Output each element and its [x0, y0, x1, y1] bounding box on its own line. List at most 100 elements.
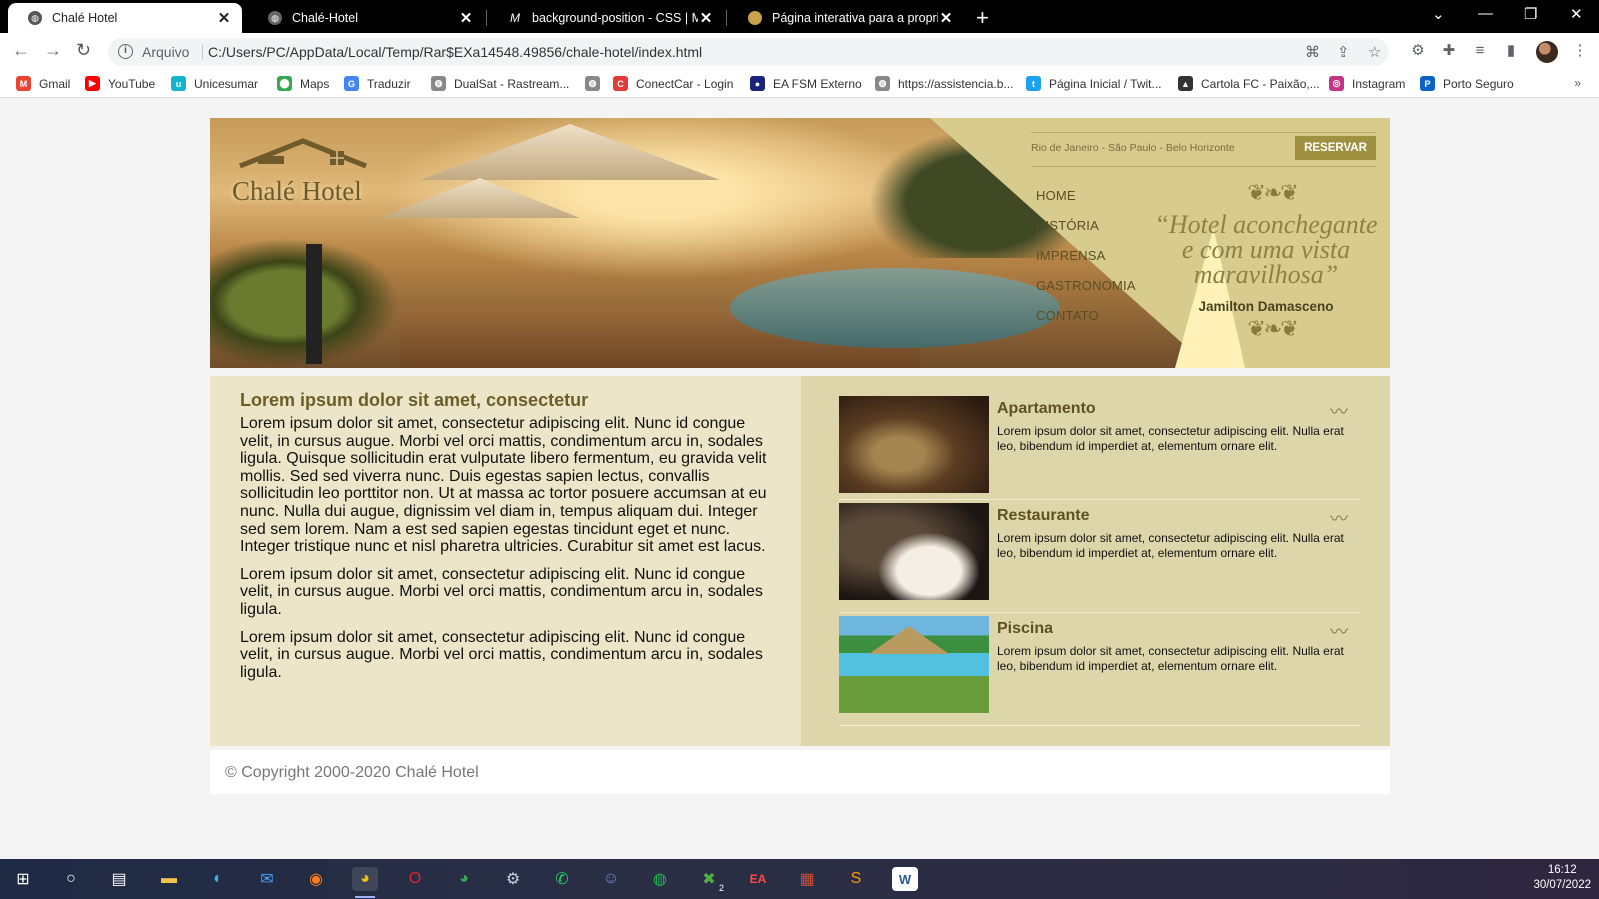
bookmark-item[interactable]: ⬤ Maps: [277, 76, 329, 91]
bookmark-label: https://assistencia.b...: [898, 76, 1014, 91]
umbrella-shape: [420, 124, 720, 180]
tab-separator: [486, 10, 487, 26]
windows-start-icon[interactable]: ⊞: [10, 867, 36, 891]
chrome-icon[interactable]: ◕: [352, 867, 378, 898]
bookmark-label: Cartola FC - Paixão,...: [1201, 76, 1320, 91]
bookmark-favicon-icon: C: [613, 76, 628, 91]
forward-icon[interactable]: →: [44, 40, 62, 61]
bookmark-star-icon[interactable]: ☆: [1368, 43, 1381, 61]
tab-title: Chalé-Hotel: [292, 11, 359, 25]
url-text[interactable]: C:/Users/PC/AppData/Local/Temp/Rar$EXa14…: [208, 44, 702, 60]
tab-chale-hotel-2[interactable]: ◍ Chalé-Hotel ✕: [248, 3, 484, 33]
reserve-button[interactable]: RESERVAR: [1295, 136, 1376, 160]
bookmark-item[interactable]: ◎ Instagram: [1329, 76, 1405, 91]
ornament-top-icon: ❦❧❦: [1247, 180, 1298, 205]
menu-item-gastronomia[interactable]: GASTRONOMIA: [1036, 278, 1136, 308]
bookmark-item[interactable]: M Gmail: [16, 76, 70, 91]
reload-icon[interactable]: ↻: [76, 40, 91, 61]
mail-icon[interactable]: ✉: [254, 867, 280, 891]
feature-card-piscina[interactable]: Piscina 〰 Lorem ipsum dolor sit amet, co…: [839, 616, 1360, 726]
spotify-icon[interactable]: ◍: [647, 867, 673, 891]
header-divider: [1031, 166, 1376, 167]
bookmark-item[interactable]: P Porto Seguro: [1420, 76, 1514, 91]
winrar-icon[interactable]: ▦: [794, 867, 820, 891]
main-article: Lorem ipsum dolor sit amet, consectetur …: [210, 376, 801, 746]
bookmark-item[interactable]: G Traduzir: [344, 76, 411, 91]
bookmark-favicon-icon: t: [1026, 76, 1041, 91]
article-paragraph: Lorem ipsum dolor sit amet, consectetur …: [240, 628, 763, 681]
feature-card-restaurante[interactable]: Restaurante 〰 Lorem ipsum dolor sit amet…: [839, 503, 1360, 613]
opera-icon[interactable]: O: [402, 867, 428, 891]
chrome-profile-icon[interactable]: ◕: [451, 867, 477, 891]
minimize-icon[interactable]: —: [1478, 5, 1493, 22]
bookmark-item[interactable]: ● EA FSM Externo: [750, 76, 862, 91]
tab-chale-hotel[interactable]: ◍ Chalé Hotel ✕: [8, 3, 242, 33]
tab-pagina-interativa[interactable]: Página interativa para a propried ✕: [728, 3, 964, 33]
header-divider: [1031, 132, 1376, 133]
tab-search-icon[interactable]: ⌄: [1432, 5, 1445, 23]
word-icon[interactable]: W: [892, 867, 918, 891]
address-bar[interactable]: i Arquivo C:/Users/PC/AppData/Local/Temp…: [108, 38, 1389, 66]
bookmark-item[interactable]: C ConectCar - Login: [613, 76, 733, 91]
hotel-logo[interactable]: Chalé Hotel: [228, 130, 378, 210]
bookmark-favicon-icon: ●: [750, 76, 765, 91]
puzzle-extensions-icon[interactable]: ✚: [1441, 43, 1457, 59]
media-control-icon[interactable]: ≡: [1472, 43, 1488, 59]
menu-item-home[interactable]: HOME: [1036, 188, 1136, 218]
feature-card-apartamento[interactable]: Apartamento 〰 Lorem ipsum dolor sit amet…: [839, 396, 1360, 500]
menu-item-contato[interactable]: CONTATO: [1036, 308, 1136, 338]
share-icon[interactable]: ⇪: [1337, 43, 1350, 61]
menu-item-imprensa[interactable]: IMPRENSA: [1036, 248, 1136, 278]
bookmark-label: ConectCar - Login: [636, 76, 734, 91]
ea-icon[interactable]: EA: [745, 867, 771, 891]
bookmark-item[interactable]: u Unicesumar: [171, 76, 258, 91]
close-tab-icon[interactable]: ✕: [938, 9, 954, 27]
bookmarks-more-button[interactable]: »: [1574, 76, 1581, 90]
bookmark-item[interactable]: ◍: [585, 76, 608, 91]
testimonial-author: Jamilton Damasceno: [1198, 299, 1334, 314]
close-tab-icon[interactable]: ✕: [458, 9, 474, 27]
logo-text: Chalé Hotel: [232, 176, 362, 206]
bookmark-item[interactable]: ▶ YouTube: [85, 76, 155, 91]
whatsapp-icon[interactable]: ✆: [549, 867, 575, 891]
info-icon[interactable]: i: [118, 44, 133, 59]
xbox-icon[interactable]: ✖ 2: [696, 867, 724, 893]
new-tab-button[interactable]: +: [976, 5, 989, 31]
discord-icon[interactable]: ☺: [598, 867, 624, 891]
hotel-page: Chalé Hotel Rio de Janeiro - São Paulo -…: [210, 118, 1390, 794]
search-icon[interactable]: ○: [58, 867, 84, 891]
menu-item-historia[interactable]: HISTÓRIA: [1036, 218, 1136, 248]
article-heading: Lorem ipsum dolor sit amet, consectetur: [240, 390, 589, 410]
bookmark-favicon-icon: M: [16, 76, 31, 91]
back-icon[interactable]: ←: [12, 40, 30, 61]
article-paragraph: Lorem ipsum dolor sit amet, consectetur …: [240, 565, 763, 618]
file-explorer-icon[interactable]: ▬: [156, 867, 182, 891]
bookmark-favicon-icon: ▶: [85, 76, 100, 91]
restore-icon[interactable]: ❐: [1524, 5, 1537, 23]
firefox-icon[interactable]: ◉: [303, 867, 329, 891]
close-tab-icon[interactable]: ✕: [216, 9, 232, 27]
tab-mdn[interactable]: M background-position - CSS | MDN ✕: [488, 3, 724, 33]
task-view-icon[interactable]: ▤: [106, 867, 132, 891]
extension-icon[interactable]: ⚙: [1410, 43, 1426, 59]
bookmark-item[interactable]: t Página Inicial / Twit...: [1026, 76, 1162, 91]
bookmark-label: Maps: [300, 76, 330, 91]
edge-icon[interactable]: ◐: [205, 867, 231, 891]
xbox-badge: 2: [718, 883, 724, 893]
bookmark-item[interactable]: ◍ https://assistencia.b...: [875, 76, 1013, 91]
sublime-icon[interactable]: S: [843, 867, 869, 891]
side-panel-icon[interactable]: ▮: [1503, 43, 1519, 59]
close-window-icon[interactable]: ✕: [1570, 5, 1583, 23]
close-tab-icon[interactable]: ✕: [698, 9, 714, 27]
card-text: Lorem ipsum dolor sit amet, consectetur …: [997, 531, 1344, 560]
kebab-menu-icon[interactable]: ⋮: [1572, 43, 1588, 59]
bookmark-label: YouTube: [108, 76, 156, 91]
translate-icon[interactable]: ⌘: [1305, 43, 1320, 61]
bookmark-item[interactable]: ▲ Cartola FC - Paixão,...: [1178, 76, 1320, 91]
system-clock[interactable]: 16:12 30/07/2022: [1533, 863, 1591, 893]
plants-shape: [210, 238, 400, 368]
steam-icon[interactable]: ⚙: [500, 867, 526, 891]
wave-ornament-icon: 〰: [1330, 402, 1348, 422]
bookmark-item[interactable]: ◍ DualSat - Rastream...: [431, 76, 569, 91]
profile-avatar[interactable]: [1536, 41, 1558, 63]
